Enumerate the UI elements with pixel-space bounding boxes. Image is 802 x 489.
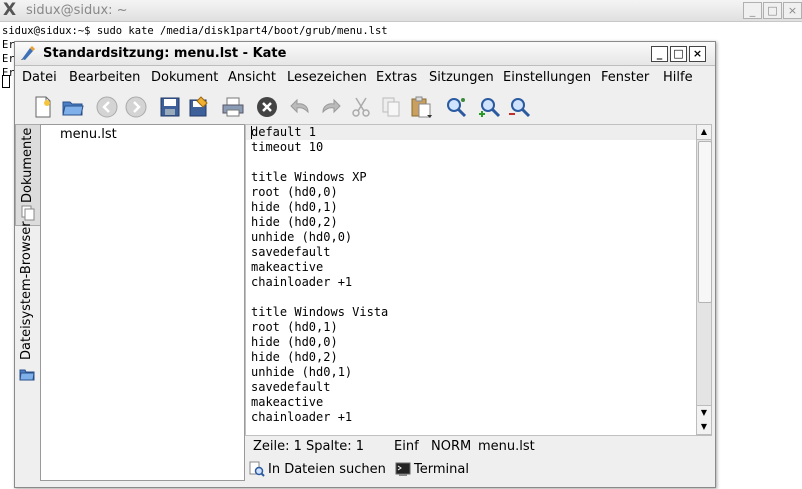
maximize-button[interactable]: □	[670, 46, 687, 62]
scroll-down-arrow-icon[interactable]: ▼	[697, 405, 711, 421]
terminal-cursor	[2, 75, 10, 88]
copy-icon[interactable]	[379, 95, 403, 119]
editor-line[interactable]: chainloader +1	[251, 275, 352, 290]
menu-ansicht[interactable]: Ansicht	[228, 70, 276, 85]
menu-lesezeichen[interactable]: Lesezeichen	[287, 70, 367, 85]
scroll-up-icon[interactable]: ▲	[697, 125, 711, 140]
new-document-icon[interactable]	[31, 95, 55, 119]
menu-datei[interactable]: Datei	[22, 70, 57, 85]
cut-icon[interactable]	[349, 95, 373, 119]
find-in-files-icon	[249, 461, 265, 477]
find-in-files-tab[interactable]: In Dateien suchen	[249, 461, 386, 477]
paste-icon[interactable]	[409, 95, 433, 119]
zoom-in-icon[interactable]	[478, 95, 502, 119]
terminal-titlebar: X sidux@sidux: ~ _ □ ×	[0, 0, 802, 22]
menu-dokument[interactable]: Dokument	[151, 70, 218, 85]
terminal-label: Terminal	[414, 461, 469, 477]
edit-mode: NORM	[431, 439, 472, 454]
menu-einstellungen[interactable]: Einstellungen	[503, 70, 591, 85]
close-button[interactable]: ×	[689, 46, 706, 62]
open-folder-icon[interactable]	[61, 95, 85, 119]
terminal-close-button[interactable]: ×	[783, 2, 802, 19]
insert-mode[interactable]: Einf	[394, 439, 419, 454]
toolbar	[15, 90, 715, 124]
editor-line[interactable]: root (hd0,1)	[251, 320, 338, 335]
minimize-button[interactable]: _	[651, 46, 668, 62]
terminal-command-line: sidux@sidux:~$ sudo kate /media/disk1par…	[2, 25, 388, 37]
editor-line[interactable]: unhide (hd0,1)	[251, 365, 352, 380]
editor-line[interactable]: hide (hd0,2)	[251, 350, 338, 365]
document-item-menu-lst[interactable]: menu.lst	[60, 127, 117, 142]
editor-line[interactable]: makeactive	[251, 395, 323, 410]
menu-extras[interactable]: Extras	[376, 70, 417, 85]
x-logo-icon: X	[3, 0, 17, 20]
editor-line[interactable]: hide (hd0,2)	[251, 215, 338, 230]
save-icon[interactable]	[158, 95, 182, 119]
terminal-minimize-button[interactable]: _	[743, 2, 762, 19]
statusbar: Zeile: 1 Spalte: 1 Einf NORM menu.lst	[245, 435, 710, 457]
editor-line[interactable]: hide (hd0,0)	[251, 335, 338, 350]
terminal-tab[interactable]: Terminal	[395, 461, 469, 477]
editor-line[interactable]: timeout 10	[251, 140, 323, 155]
kate-window: Standardsitzung: menu.lst - Kate _ □ × D…	[14, 41, 716, 488]
menu-sitzungen[interactable]: Sitzungen	[429, 70, 494, 85]
editor-line[interactable]: title Windows Vista	[251, 305, 388, 320]
print-icon[interactable]	[221, 95, 245, 119]
cursor-position: Zeile: 1 Spalte: 1	[253, 439, 365, 454]
find-icon[interactable]	[444, 95, 468, 119]
terminal-maximize-button[interactable]: □	[763, 2, 782, 19]
forward-icon[interactable]	[124, 95, 148, 119]
editor-line[interactable]: unhide (hd0,0)	[251, 230, 352, 245]
tab-dateisystem-browser[interactable]: Dateisystem-Browser	[15, 221, 39, 396]
terminal-output-line: Er	[2, 39, 15, 51]
terminal-icon	[395, 462, 411, 476]
side-tab-bar: Dokumente Dateisystem-Browser	[15, 124, 41, 479]
editor-line[interactable]: title Windows XP	[251, 170, 367, 185]
editor-line[interactable]: savedefault	[251, 380, 330, 395]
scrollbar-thumb[interactable]	[698, 141, 712, 303]
documents-icon	[21, 205, 35, 221]
find-in-files-label: In Dateien suchen	[268, 461, 386, 477]
editor-line[interactable]: makeactive	[251, 260, 323, 275]
kate-window-title: Standardsitzung: menu.lst - Kate	[43, 46, 287, 61]
save-as-icon[interactable]	[187, 95, 211, 119]
zoom-out-icon[interactable]	[508, 95, 532, 119]
menu-hilfe[interactable]: Hilfe	[663, 70, 693, 85]
editor-area[interactable]: default 1 timeout 10 title Windows XP root …	[245, 124, 699, 436]
back-icon[interactable]	[95, 95, 119, 119]
menu-bearbeiten[interactable]: Bearbeiten	[69, 70, 140, 85]
tab-dokumente[interactable]: Dokumente	[15, 124, 41, 226]
editor-line[interactable]: chainloader +1	[251, 410, 352, 425]
menu-fenster[interactable]: Fenster	[601, 70, 649, 85]
menubar: Datei Bearbeiten Dokument Ansicht Leseze…	[15, 66, 715, 88]
terminal-title: sidux@sidux: ~	[26, 3, 128, 18]
status-filename: menu.lst	[478, 439, 535, 454]
folder-icon	[19, 369, 35, 381]
kate-titlebar[interactable]: Standardsitzung: menu.lst - Kate _ □ ×	[15, 42, 715, 66]
kate-logo-icon	[21, 46, 35, 60]
editor-line[interactable]: root (hd0,0)	[251, 185, 338, 200]
bottom-tool-bar: In Dateien suchen Terminal	[245, 457, 710, 483]
terminal-output-line: Er	[2, 53, 15, 65]
undo-icon[interactable]	[288, 95, 312, 119]
editor-line[interactable]: savedefault	[251, 245, 330, 260]
editor-line[interactable]: default 1	[251, 125, 316, 140]
editor-line[interactable]: hide (hd0,1)	[251, 200, 338, 215]
document-list: menu.lst	[40, 124, 245, 481]
tab-dateisystem-browser-label: Dateisystem-Browser	[19, 221, 34, 360]
editor-scrollbar[interactable]: ▲ ▼ ▼	[696, 124, 712, 436]
redo-icon[interactable]	[319, 95, 343, 119]
tab-dokumente-label: Dokumente	[20, 127, 35, 203]
scroll-down-icon[interactable]: ▼	[697, 420, 711, 435]
close-document-icon[interactable]	[255, 95, 279, 119]
